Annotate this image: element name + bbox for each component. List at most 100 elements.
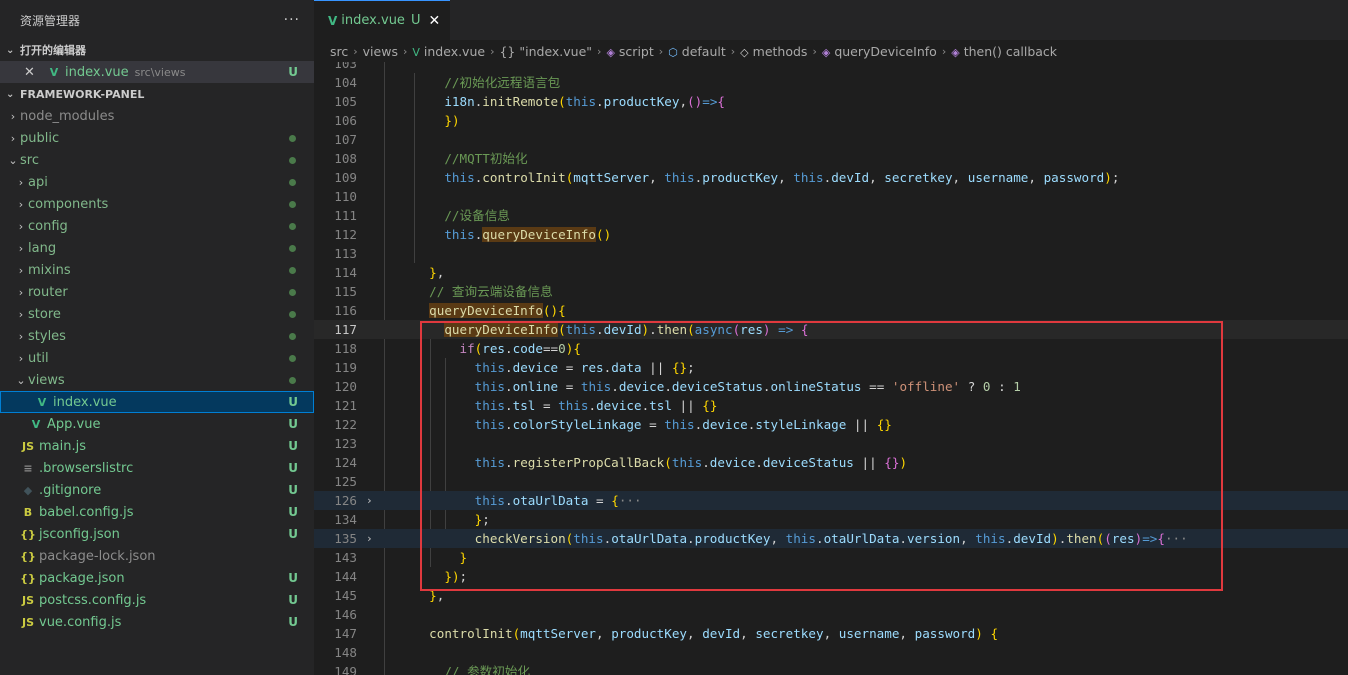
tree-item-index-vue[interactable]: Vindex.vue U (0, 391, 314, 413)
breadcrumb-item[interactable]: src (330, 44, 348, 59)
line-number: 104 (334, 75, 357, 90)
code-line[interactable]: 111 //设备信息 (314, 206, 1348, 225)
open-editors-header[interactable]: ⌄ 打开的编辑器 (0, 39, 314, 61)
tree-item-main-js[interactable]: JS main.js U (0, 435, 314, 457)
code-line[interactable]: 146 (314, 605, 1348, 624)
tree-item-browserslistrc[interactable]: ≡ .browserslistrc U (0, 457, 314, 479)
line-number: 103 (334, 62, 357, 71)
tree-item-babel-config-js[interactable]: Bbabel.config.js U (0, 501, 314, 523)
code-line[interactable]: 114 }, (314, 263, 1348, 282)
code-line[interactable]: 104 //初始化远程语言包 (314, 73, 1348, 92)
code-line[interactable]: 105 i18n.initRemote(this.productKey,()=>… (314, 92, 1348, 111)
breadcrumb-label: methods (752, 43, 808, 59)
code-line[interactable]: 112 this.queryDeviceInfo() (314, 225, 1348, 244)
code-editor[interactable]: 103 104 //初始化远程语言包 105 i18n.initRemote(thi… (314, 62, 1348, 675)
tree-item-views[interactable]: ⌄ views (0, 369, 314, 391)
tree-item-label: .gitignore (39, 482, 102, 498)
breadcrumb-item[interactable]: ◇ methods (740, 44, 807, 59)
code-line[interactable]: 110 (314, 187, 1348, 206)
tree-item-vue-config-js[interactable]: JS vue.config.js U (0, 611, 314, 633)
code-line[interactable]: 149 // 参数初始化 (314, 662, 1348, 675)
code-line[interactable]: 148 (314, 643, 1348, 662)
tree-item-public[interactable]: › public (0, 127, 314, 149)
code-line[interactable]: 144 }); (314, 567, 1348, 586)
breadcrumb-item[interactable]: ⬡ default (668, 44, 726, 59)
code-line[interactable]: 116 queryDeviceInfo(){ (314, 301, 1348, 320)
code-line[interactable]: 122 this.colorStyleLinkage = this.device… (314, 415, 1348, 434)
fold-chevron-icon[interactable]: › (366, 491, 373, 510)
json-file-icon: {} (20, 571, 36, 585)
tree-item-package-lock-json[interactable]: {} package-lock.json (0, 545, 314, 567)
tree-item-src[interactable]: ⌄ src (0, 149, 314, 171)
fold-chevron-icon[interactable]: › (366, 529, 373, 548)
code-line[interactable]: 113 (314, 244, 1348, 263)
open-editor-item-index-vue[interactable]: ✕ V index.vue src\views U (0, 61, 314, 83)
code-line[interactable]: 103 (314, 62, 1348, 73)
chevron-down-icon: ⌄ (16, 373, 26, 387)
breadcrumb-item[interactable]: Vindex.vue (412, 44, 485, 59)
code-text: i18n.initRemote(this.productKey,()=>{ (444, 94, 726, 109)
project-header[interactable]: ⌄ FRAMEWORK-PANEL (0, 83, 314, 105)
code-line[interactable]: 147 controlInit(mqttServer, productKey, … (314, 624, 1348, 643)
code-line[interactable]: 134 }; (314, 510, 1348, 529)
line-number: 112 (334, 227, 357, 242)
code-line[interactable]: 126 › this.otaUrlData = {··· (314, 491, 1348, 510)
tree-item-mixins[interactable]: › mixins (0, 259, 314, 281)
code-text: this.queryDeviceInfo() (444, 227, 612, 242)
code-line[interactable]: 121 this.tsl = this.device.tsl || {} (314, 396, 1348, 415)
line-number: 117 (334, 322, 357, 337)
code-line[interactable]: 145 }, (314, 586, 1348, 605)
tree-item-components[interactable]: › components (0, 193, 314, 215)
code-line[interactable]: 119 this.device = res.data || {}; (314, 358, 1348, 377)
tree-item-gitignore[interactable]: ◆ .gitignore U (0, 479, 314, 501)
chevron-down-icon: ⌄ (6, 44, 15, 56)
tab-index-vue[interactable]: V index.vue U ✕ (314, 0, 451, 40)
tree-item-config[interactable]: › config (0, 215, 314, 237)
chevron-right-icon: › (10, 109, 16, 123)
tree-item-util[interactable]: › util (0, 347, 314, 369)
code-text: //MQTT初始化 (444, 151, 528, 166)
code-line[interactable]: 106 }) (314, 111, 1348, 130)
breadcrumb-item[interactable]: ◈ queryDeviceInfo (822, 44, 937, 59)
modified-dot (289, 134, 296, 142)
tree-item-app-vue[interactable]: V App.vue U (0, 413, 314, 435)
code-line[interactable]: 120 this.online = this.device.deviceStat… (314, 377, 1348, 396)
code-line[interactable]: 107 (314, 130, 1348, 149)
code-line[interactable]: 109 this.controlInit(mqttServer, this.pr… (314, 168, 1348, 187)
tree-item-styles[interactable]: › styles (0, 325, 314, 347)
code-line[interactable]: 123 (314, 434, 1348, 453)
code-line[interactable]: 143 } (314, 548, 1348, 567)
breadcrumb-item[interactable]: views (363, 44, 398, 59)
code-line[interactable]: 118 if(res.code==0){ (314, 339, 1348, 358)
breadcrumb-label: then() callback (963, 43, 1058, 59)
code-text: queryDeviceInfo(){ (429, 303, 566, 318)
close-icon[interactable]: ✕ (24, 65, 38, 80)
more-actions-icon[interactable]: ··· (284, 12, 300, 28)
tree-item-api[interactable]: › api (0, 171, 314, 193)
code-line[interactable]: 125 (314, 472, 1348, 491)
line-number: 105 (334, 94, 357, 109)
code-text: //设备信息 (444, 208, 510, 223)
breadcrumb-item[interactable]: ◈ then() callback (951, 44, 1057, 59)
untracked-badge: U (288, 395, 298, 409)
tree-item-postcss-config-js[interactable]: JS postcss.config.js U (0, 589, 314, 611)
breadcrumb-separator-icon: › (658, 44, 664, 58)
tree-item-router[interactable]: › router (0, 281, 314, 303)
tree-item-store[interactable]: › store (0, 303, 314, 325)
code-line[interactable]: 117 queryDeviceInfo(this.devId).then(asy… (314, 320, 1348, 339)
breadcrumb-item[interactable]: {} "index.vue" (499, 44, 592, 59)
tree-item-jsconfig-json[interactable]: {} jsconfig.json U (0, 523, 314, 545)
code-line[interactable]: 108 //MQTT初始化 (314, 149, 1348, 168)
tree-item-lang[interactable]: › lang (0, 237, 314, 259)
close-tab-icon[interactable]: ✕ (428, 13, 440, 29)
modified-dot (289, 156, 296, 164)
line-number: 126 (334, 493, 357, 508)
tree-item-node-modules[interactable]: › node_modules (0, 105, 314, 127)
code-line[interactable]: 124 this.registerPropCallBack(this.devic… (314, 453, 1348, 472)
breadcrumb-item[interactable]: ◈ script (606, 44, 653, 59)
code-line[interactable]: 115 // 查询云端设备信息 (314, 282, 1348, 301)
modified-dot (289, 178, 296, 186)
code-line[interactable]: 135 › checkVersion(this.otaUrlData.produc… (314, 529, 1348, 548)
tree-item-package-json[interactable]: {} package.json U (0, 567, 314, 589)
explorer-header: 资源管理器 ··· (0, 0, 314, 40)
